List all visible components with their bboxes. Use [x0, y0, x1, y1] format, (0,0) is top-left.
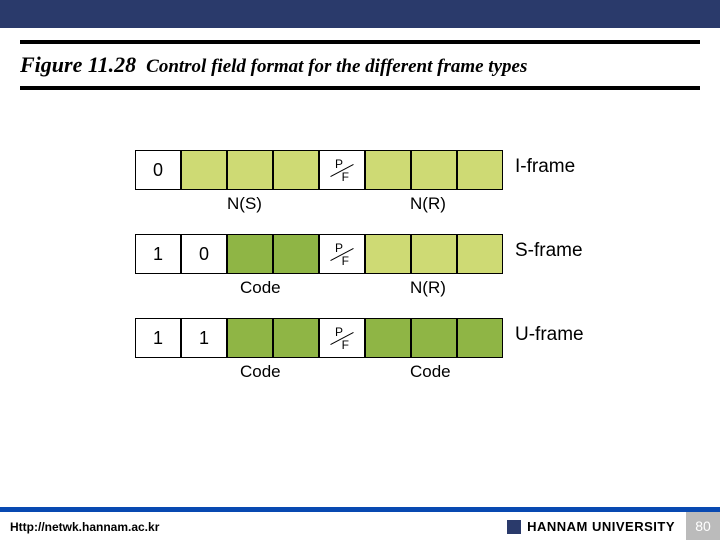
footer-divider	[0, 507, 720, 512]
iframe-row: 0 PF I-frame N(S) N(R)	[135, 150, 585, 234]
frame-diagram: 0 PF I-frame N(S) N(R) 1 0 PF	[135, 150, 585, 402]
pf-icon: PF	[329, 242, 355, 267]
sframe-nr-cell	[457, 234, 503, 274]
uframe-row: 1 1 PF U-frame Code Code	[135, 318, 585, 402]
sframe-nr-cell	[365, 234, 411, 274]
pf-icon: PF	[329, 158, 355, 183]
uframe-code2-cell	[365, 318, 411, 358]
sframe-code-cell	[273, 234, 319, 274]
iframe-pf-cell: PF	[319, 150, 365, 190]
top-bar	[0, 0, 720, 28]
pf-icon: PF	[329, 326, 355, 351]
figure-number: Figure 11.28	[20, 52, 136, 78]
uframe-pf-cell: PF	[319, 318, 365, 358]
iframe-ns-cell	[273, 150, 319, 190]
uframe-bit0: 1	[135, 318, 181, 358]
uframe-label: U-frame	[515, 324, 584, 346]
sframe-pf-cell: PF	[319, 234, 365, 274]
iframe-ns-label: N(S)	[227, 194, 262, 214]
figure-caption: Control field format for the different f…	[146, 56, 527, 78]
uframe-code1-label: Code	[240, 362, 281, 382]
uframe-code2-label: Code	[410, 362, 451, 382]
iframe-nr-cell	[457, 150, 503, 190]
iframe-bit0: 0	[135, 150, 181, 190]
uframe-code2-cell	[411, 318, 457, 358]
footer-url: Http://netwk.hannam.ac.kr	[10, 520, 159, 534]
sframe-label: S-frame	[515, 240, 583, 262]
sframe-code-cell	[227, 234, 273, 274]
iframe-ns-cell	[181, 150, 227, 190]
uframe-code1-cell	[273, 318, 319, 358]
sframe-nr-cell	[411, 234, 457, 274]
sframe-bit0: 1	[135, 234, 181, 274]
uframe-bit1: 1	[181, 318, 227, 358]
iframe-ns-cell	[227, 150, 273, 190]
sframe-bit1: 0	[181, 234, 227, 274]
page-number: 80	[686, 512, 720, 540]
uframe-code2-cell	[457, 318, 503, 358]
sframe-nr-label: N(R)	[410, 278, 446, 298]
uframe-code1-cell	[227, 318, 273, 358]
iframe-nr-cell	[411, 150, 457, 190]
figure-heading: Figure 11.28 Control field format for th…	[20, 40, 700, 90]
footer-university-text: HANNAM UNIVERSITY	[527, 519, 675, 534]
university-logo-icon	[507, 520, 521, 534]
sframe-code-label: Code	[240, 278, 281, 298]
sframe-row: 1 0 PF S-frame Code N(R)	[135, 234, 585, 318]
iframe-label: I-frame	[515, 156, 575, 178]
iframe-nr-label: N(R)	[410, 194, 446, 214]
iframe-nr-cell	[365, 150, 411, 190]
footer-university: HANNAM UNIVERSITY	[507, 519, 675, 534]
